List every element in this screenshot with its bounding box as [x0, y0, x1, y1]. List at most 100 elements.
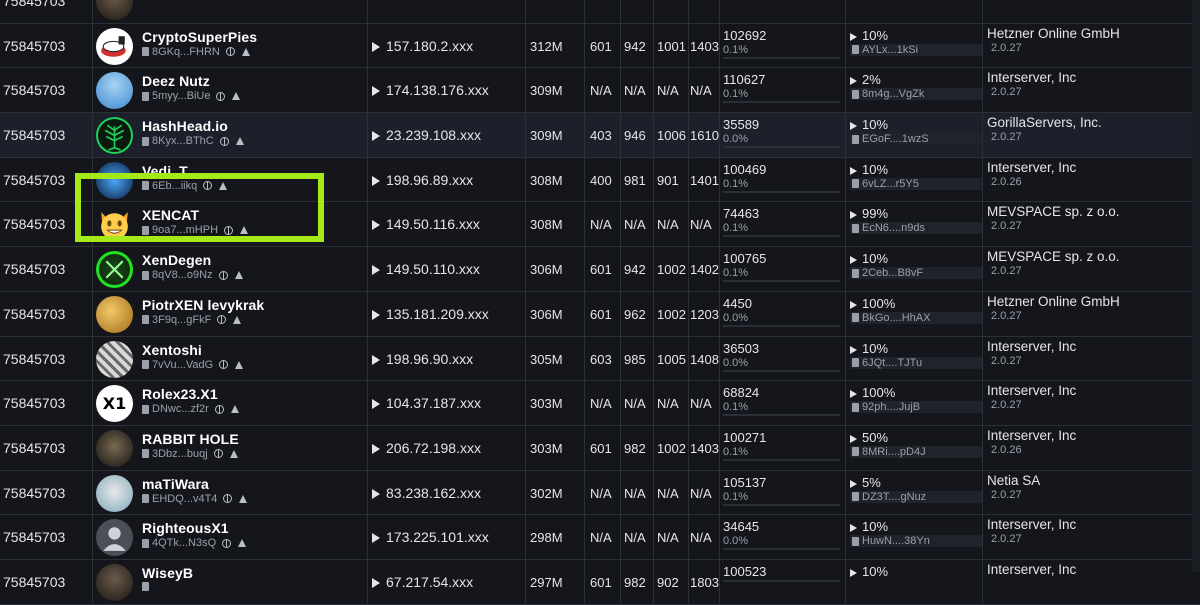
validator-identity[interactable]: RighteousX1 4QTk...N3sQ [142, 520, 247, 549]
validator-name[interactable]: Xentoshi [142, 342, 243, 358]
copy-icon[interactable] [142, 360, 149, 369]
copy-icon[interactable] [142, 494, 149, 504]
play-icon[interactable] [372, 354, 380, 365]
validator-name[interactable]: Deez Nutz [142, 73, 240, 89]
copy-icon[interactable] [142, 404, 149, 414]
play-icon[interactable] [850, 524, 857, 533]
copy-icon[interactable] [142, 225, 149, 235]
table-row[interactable]: 75845703 HashHead.io 8Kyx...BThC 23.239.108… [0, 113, 1200, 158]
copy-icon[interactable] [852, 492, 859, 502]
copy-icon[interactable] [852, 223, 859, 233]
ip-cell[interactable]: 149.50.110.xxx [372, 247, 480, 291]
validator-identity[interactable]: WiseyB [142, 565, 193, 591]
table-row[interactable]: 75845703 RABBIT HOLE 3Dbz...buqj 206.72.198… [0, 425, 1200, 471]
play-icon[interactable] [850, 77, 857, 86]
table-row[interactable]: 75845703 Deez Nutz 5myy...BiUe 174.138.176.… [0, 68, 1200, 114]
bell-icon[interactable] [233, 315, 242, 324]
validator-name[interactable]: HashHead.io [142, 118, 244, 134]
copy-icon[interactable] [142, 181, 149, 191]
globe-icon[interactable] [222, 538, 232, 548]
validator-name[interactable]: maTiWara [142, 476, 247, 492]
copy-icon[interactable] [142, 315, 149, 325]
play-icon[interactable] [372, 220, 380, 231]
bell-icon[interactable] [239, 494, 248, 503]
play-icon[interactable] [372, 265, 380, 276]
ip-cell[interactable]: 83.238.162.xxx [372, 471, 481, 515]
play-icon[interactable] [372, 41, 380, 52]
validator-identity[interactable]: CryptoSuperPies 8GKq...FHRN [142, 29, 257, 58]
validator-name[interactable]: RABBIT HOLE [142, 431, 239, 447]
validator-identity[interactable]: Deez Nutz 5myy...BiUe [142, 73, 241, 102]
table-row[interactable]: 7584570367 ... JEGelSBi...WElC [0, 0, 1200, 24]
validator-identity[interactable]: Rolex23.X1 DNwc...zf2r [142, 386, 239, 415]
globe-icon[interactable] [217, 315, 227, 325]
validator-identity[interactable]: XENCAT 9oa7...mHPH [142, 207, 249, 236]
bell-icon[interactable] [241, 47, 250, 56]
bell-icon[interactable] [234, 271, 243, 280]
validator-identity[interactable]: PiotrXEN levykrak 3F9q...gFkF [142, 297, 264, 326]
copy-icon[interactable] [852, 313, 859, 323]
bell-icon[interactable] [232, 92, 241, 101]
globe-icon[interactable] [219, 136, 229, 146]
play-icon[interactable] [850, 568, 857, 577]
play-icon[interactable] [372, 488, 380, 499]
copy-icon[interactable] [142, 91, 149, 101]
table-row[interactable]: 75845703 Xentoshi 7vVu...VadG 198.96.90.xxx… [0, 336, 1200, 382]
copy-icon[interactable] [142, 136, 149, 146]
play-icon[interactable] [850, 479, 857, 488]
table-row[interactable]: 75845703 PiotrXEN levykrak 3F9q...gFkF 135.… [0, 291, 1200, 337]
validator-identity[interactable]: HashHead.io 8Kyx...BThC [142, 118, 244, 147]
table-row[interactable]: 75845703 maTiWara EHDQ...v4T4 83.238.162.xx… [0, 470, 1200, 516]
ip-cell[interactable]: 198.96.90.xxx [372, 337, 473, 381]
play-icon[interactable] [850, 32, 857, 41]
play-icon[interactable] [372, 443, 380, 454]
globe-icon[interactable] [225, 47, 235, 57]
globe-icon[interactable] [224, 225, 234, 235]
play-icon[interactable] [372, 86, 380, 97]
ip-cell[interactable]: 23.239.108.xxx [372, 113, 481, 157]
bell-icon[interactable] [230, 405, 239, 414]
validator-name[interactable]: XenDegen [142, 252, 243, 268]
copy-icon[interactable] [142, 47, 149, 57]
play-icon[interactable] [850, 122, 857, 131]
globe-icon[interactable] [203, 181, 213, 191]
copy-icon[interactable] [142, 449, 149, 459]
validator-identity[interactable]: XenDegen 8qV8...o9Nz [142, 252, 243, 281]
table-row[interactable]: 75845703 WiseyB 67.217.54.xxx 297M 601 982 902… [0, 559, 1200, 605]
globe-icon[interactable] [213, 449, 223, 459]
validator-identity[interactable]: maTiWara EHDQ...v4T4 [142, 476, 248, 505]
validator-name[interactable]: Rolex23.X1 [142, 386, 239, 402]
table-row[interactable]: 75845703 CryptoSuperPies 8GKq...FHRN 157.18… [0, 23, 1200, 69]
ip-cell[interactable]: 157.180.2.xxx [372, 24, 473, 68]
bell-icon[interactable] [235, 360, 244, 369]
copy-icon[interactable] [852, 45, 859, 55]
globe-icon[interactable] [218, 270, 228, 280]
play-icon[interactable] [372, 577, 380, 588]
globe-icon[interactable] [216, 91, 226, 101]
bell-icon[interactable] [238, 539, 247, 548]
validator-name[interactable]: XENCAT [142, 207, 248, 223]
globe-icon[interactable] [214, 404, 224, 414]
copy-icon[interactable] [852, 402, 859, 412]
play-icon[interactable] [850, 390, 857, 399]
play-icon[interactable] [372, 533, 380, 544]
copy-icon[interactable] [852, 134, 859, 144]
copy-icon[interactable] [852, 447, 859, 457]
ip-cell[interactable]: 67.217.54.xxx [372, 560, 473, 604]
play-icon[interactable] [372, 399, 380, 410]
copy-icon[interactable] [142, 538, 149, 548]
validator-name[interactable]: WiseyB [142, 565, 193, 581]
copy-icon[interactable] [852, 89, 859, 99]
validator-name[interactable]: Vedi_T [142, 163, 227, 179]
ip-cell[interactable]: 104.37.187.xxx [372, 381, 481, 425]
play-icon[interactable] [850, 211, 857, 220]
copy-icon[interactable] [852, 179, 859, 189]
bell-icon[interactable] [240, 226, 249, 235]
bell-icon[interactable] [219, 181, 228, 190]
copy-icon[interactable] [142, 581, 149, 591]
play-icon[interactable] [372, 131, 380, 142]
ip-cell[interactable]: 174.138.176.xxx [372, 68, 489, 112]
validator-name[interactable]: CryptoSuperPies [142, 29, 257, 45]
play-icon[interactable] [850, 166, 857, 175]
ip-cell[interactable]: 149.50.116.xxx [372, 202, 480, 246]
